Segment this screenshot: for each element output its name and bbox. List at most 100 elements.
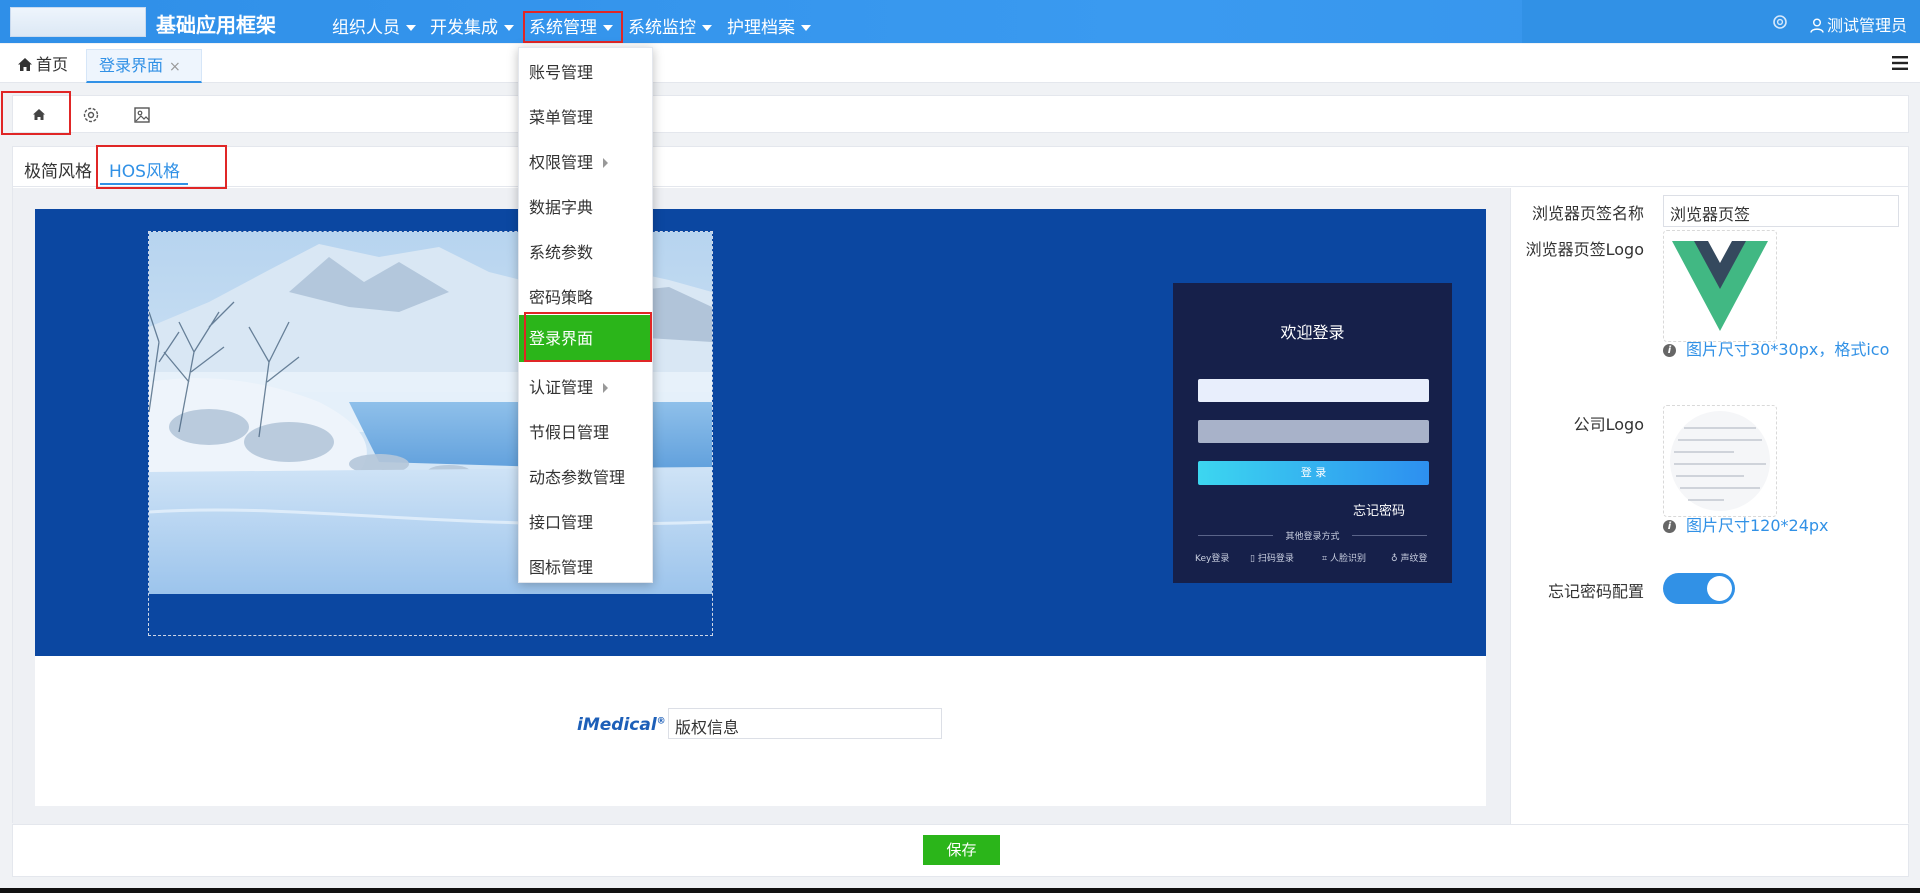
login-method-key[interactable]: Key登录 — [1195, 551, 1229, 564]
menu-item-password-policy[interactable]: 密码策略 — [519, 277, 652, 319]
hint-text: 图片尺寸30*30px，格式ico — [1686, 340, 1890, 359]
company-logo-label: 公司Logo — [1573, 415, 1644, 434]
icon-toolbar — [12, 95, 1909, 133]
login-method-label: 扫码登录 — [1257, 554, 1294, 564]
login-method-face[interactable]: ⌗ 人脸识别 — [1322, 551, 1366, 564]
chevron-right-icon — [603, 383, 608, 393]
nav-menu-system[interactable]: 系统管理 — [529, 13, 613, 38]
login-preview-area: 欢迎登录 登 录 忘记密码 其他登录方式 Key登录 ▯ 扫码登录 ⌗ 人脸识别… — [13, 188, 1510, 824]
caret-down-icon — [603, 25, 613, 31]
login-welcome-title: 欢迎登录 — [1280, 323, 1345, 342]
username-field[interactable] — [1198, 379, 1429, 402]
phone-icon: ▯ — [1250, 554, 1255, 564]
menu-item-system-params[interactable]: 系统参数 — [519, 232, 652, 274]
login-footer-preview: iMedical® 版权信息 — [35, 656, 1486, 806]
menu-item-menu[interactable]: 菜单管理 — [519, 97, 652, 139]
app-logo — [10, 7, 146, 37]
user-icon — [1810, 18, 1824, 33]
tab-logo-hint: i 图片尺寸30*30px，格式ico — [1663, 336, 1889, 360]
close-icon[interactable]: × — [169, 59, 181, 75]
info-icon: i — [1663, 344, 1676, 357]
menu-item-account[interactable]: 账号管理 — [519, 52, 652, 94]
hint-text: 图片尺寸120*24px — [1686, 516, 1829, 535]
tab-home[interactable]: 首页 — [6, 49, 80, 83]
chevron-right-icon — [603, 158, 608, 168]
nav-menu-label: 系统监控 — [628, 18, 696, 38]
nav-menu-dev[interactable]: 开发集成 — [430, 13, 514, 38]
copyright-input[interactable]: 版权信息 — [668, 708, 942, 739]
face-scan-icon: ⌗ — [1322, 554, 1328, 564]
forgot-password-toggle[interactable] — [1663, 573, 1735, 604]
toggle-knob — [1707, 576, 1732, 601]
menu-item-icon[interactable]: 图标管理 — [519, 547, 652, 589]
nav-menu-org[interactable]: 组织人员 — [332, 13, 416, 38]
caret-down-icon — [406, 25, 416, 31]
tab-title-input[interactable]: 浏览器页签 — [1663, 195, 1899, 227]
tab-label: 登录界面 — [99, 56, 164, 75]
active-tab-indicator — [100, 183, 188, 185]
user-name: 测试管理员 — [1827, 16, 1908, 35]
menu-item-label: 认证管理 — [529, 378, 594, 397]
tab-login-interface[interactable]: 登录界面 × — [86, 49, 202, 83]
login-method-label: 人脸识别 — [1329, 554, 1366, 564]
login-background-preview[interactable]: 欢迎登录 登 录 忘记密码 其他登录方式 Key登录 ▯ 扫码登录 ⌗ 人脸识别… — [35, 209, 1486, 656]
home-icon — [18, 58, 32, 71]
company-logo-thumbnail — [1670, 411, 1770, 511]
settings-icon[interactable] — [80, 104, 102, 126]
nav-menu-label: 组织人员 — [332, 18, 400, 38]
gear-icon[interactable] — [1771, 13, 1789, 31]
login-button[interactable]: 登 录 — [1198, 461, 1429, 485]
info-icon: i — [1663, 520, 1676, 533]
app-title: 基础应用框架 — [156, 13, 276, 37]
menu-item-auth[interactable]: 认证管理 — [519, 367, 652, 409]
company-logo-hint: i 图片尺寸120*24px — [1663, 512, 1829, 536]
login-method-qr[interactable]: ▯ 扫码登录 — [1250, 551, 1294, 564]
home-icon[interactable] — [28, 104, 50, 126]
login-method-voice[interactable]: ♁ 声纹登 — [1391, 551, 1427, 564]
menu-item-interface[interactable]: 接口管理 — [519, 502, 652, 544]
tab-logo-label: 浏览器页签Logo — [1525, 240, 1644, 259]
tab-hos-style[interactable]: HOS风格 — [109, 157, 180, 182]
menu-item-dictionary[interactable]: 数据字典 — [519, 187, 652, 229]
caret-down-icon — [504, 25, 514, 31]
save-button[interactable]: 保存 — [923, 835, 1000, 865]
window-bottom-edge — [0, 888, 1920, 893]
save-bar: 保存 — [12, 824, 1909, 877]
menu-item-permission[interactable]: 权限管理 — [519, 142, 652, 184]
user-menu[interactable]: 测试管理员 — [1810, 12, 1907, 36]
menu-item-login-interface[interactable]: 登录界面 — [519, 315, 652, 362]
other-login-divider: 其他登录方式 — [1173, 529, 1452, 542]
forgot-password-link[interactable]: 忘记密码 — [1353, 500, 1405, 519]
tab-title-label: 浏览器页签名称 — [1531, 204, 1644, 223]
style-tabs: 极简风格 HOS风格 — [13, 147, 1908, 187]
brand-logo: iMedical® — [577, 715, 666, 735]
registered-mark: ® — [656, 716, 666, 727]
tab-logo-upload[interactable] — [1663, 230, 1777, 342]
nav-menu-monitor[interactable]: 系统监控 — [628, 13, 712, 38]
page-tabs-bar: 首页 登录界面 × — [0, 44, 1920, 83]
caret-down-icon — [702, 25, 712, 31]
mic-icon: ♁ — [1391, 554, 1398, 564]
menu-item-holiday[interactable]: 节假日管理 — [519, 412, 652, 454]
caret-down-icon — [801, 25, 811, 31]
top-navigation-bar: 基础应用框架 组织人员 开发集成 系统管理 系统监控 护理档案 测试管理员 — [0, 0, 1920, 43]
nav-menu-label: 开发集成 — [430, 18, 498, 38]
tab-simple-style[interactable]: 极简风格 — [24, 157, 92, 182]
nav-menu-label: 系统管理 — [529, 18, 597, 38]
hamburger-menu-icon[interactable] — [1892, 56, 1908, 70]
login-method-label: 声纹登 — [1400, 554, 1428, 564]
menu-item-label: 权限管理 — [529, 153, 594, 172]
nav-menu-nursing[interactable]: 护理档案 — [727, 13, 811, 38]
vue-logo-icon — [1672, 241, 1768, 331]
tab-label: 首页 — [36, 55, 69, 74]
password-field[interactable] — [1198, 420, 1429, 443]
login-card-preview: 欢迎登录 登 录 忘记密码 其他登录方式 Key登录 ▯ 扫码登录 ⌗ 人脸识别… — [1173, 283, 1452, 583]
forgot-password-config-label: 忘记密码配置 — [1547, 582, 1644, 601]
nav-menu-label: 护理档案 — [727, 18, 795, 38]
system-management-dropdown: 账号管理 菜单管理 权限管理 数据字典 系统参数 密码策略 登录界面 认证管理 … — [518, 47, 653, 583]
company-logo-upload[interactable] — [1663, 405, 1777, 517]
image-icon[interactable] — [131, 104, 153, 126]
login-interface-panel: 极简风格 HOS风格 欢迎登录 登 录 忘记密码 其他登录方式 Key登录 ▯ … — [12, 146, 1909, 824]
menu-item-dynamic-params[interactable]: 动态参数管理 — [519, 457, 652, 499]
config-panel: 浏览器页签名称 浏览器页签 浏览器页签Logo i 图片尺寸30*30px，格式i… — [1510, 188, 1908, 824]
